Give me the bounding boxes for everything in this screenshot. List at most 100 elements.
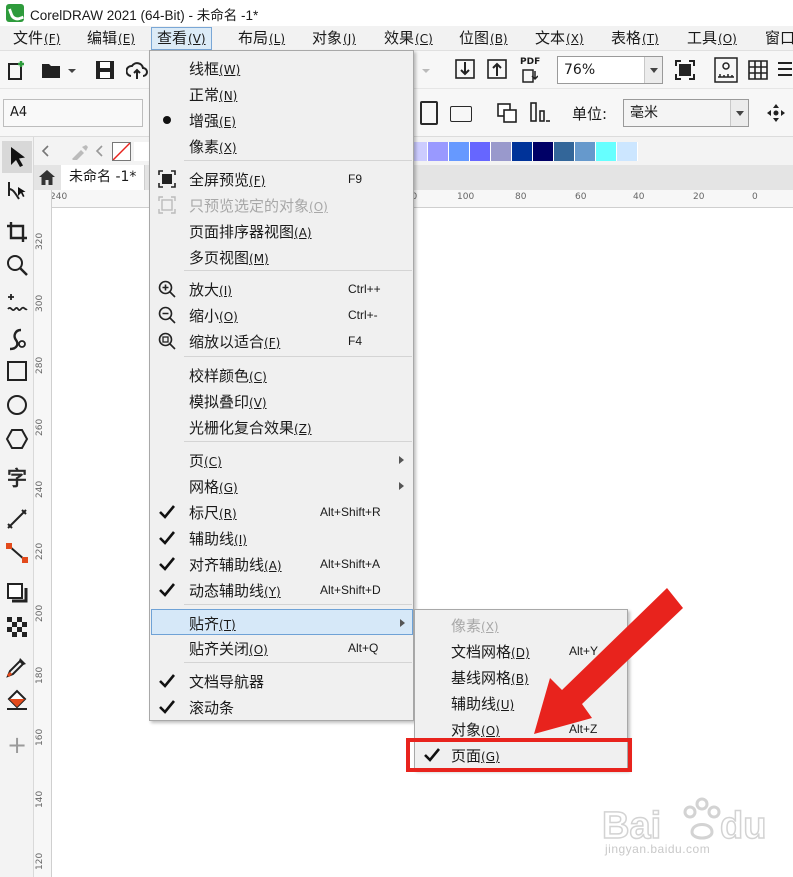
view-menu-item[interactable]: 线框(W) xyxy=(152,55,411,81)
ellipse-tool-icon[interactable] xyxy=(5,393,29,417)
color-swatch[interactable] xyxy=(449,142,470,161)
color-swatch[interactable] xyxy=(596,142,617,161)
connector-tool-icon[interactable] xyxy=(5,541,29,565)
nudge-distance-icon[interactable] xyxy=(765,102,787,124)
view-menu-item[interactable]: 滚动条 xyxy=(152,694,411,720)
transparency-tool-icon[interactable] xyxy=(5,615,29,639)
vertical-ruler[interactable]: 320 300 280 260 240 220 200 180 160 140 120 xyxy=(34,190,52,877)
color-swatch[interactable] xyxy=(533,142,554,161)
view-menu-item[interactable]: 辅助线(I) xyxy=(152,525,411,551)
eyedropper-icon[interactable] xyxy=(70,144,90,160)
cloud-upload-icon[interactable] xyxy=(126,59,148,81)
landscape-orientation-icon[interactable] xyxy=(450,106,472,122)
no-color-swatch[interactable] xyxy=(112,142,131,161)
view-menu-item[interactable]: 贴齐关闭(O) Alt+Q xyxy=(152,635,411,661)
export-icon[interactable] xyxy=(486,58,508,80)
all-pages-icon[interactable] xyxy=(496,102,518,124)
menu-item-3[interactable]: 布局(L) xyxy=(233,27,290,50)
color-swatch[interactable] xyxy=(554,142,575,161)
pick-tool-icon[interactable] xyxy=(5,145,29,169)
menu-item-0[interactable]: 文件(F) xyxy=(8,27,65,50)
menu-item-label: 编辑 xyxy=(87,29,118,47)
view-menu-item[interactable]: 放大(I) Ctrl++ xyxy=(152,276,411,302)
view-menu-item[interactable]: 动态辅助线(Y) Alt+Shift+D xyxy=(152,577,411,603)
toolbar-dropdown-icon[interactable] xyxy=(420,60,432,82)
menu-item-accelerator: (J) xyxy=(343,32,356,46)
view-menu-item[interactable]: 增强(E) xyxy=(152,107,411,133)
color-swatch[interactable] xyxy=(575,142,596,161)
units-select[interactable]: 毫米 xyxy=(623,99,749,127)
save-icon[interactable] xyxy=(94,59,116,81)
menu-item-10[interactable]: 窗口 xyxy=(760,27,793,50)
add-tool-icon[interactable]: + xyxy=(5,733,29,757)
color-swatch[interactable] xyxy=(512,142,533,161)
zoom-tool-icon[interactable] xyxy=(5,253,29,277)
text-tool-icon[interactable]: 字 xyxy=(5,466,29,490)
import-icon[interactable] xyxy=(454,58,476,80)
view-menu-item-label: 正常(N) xyxy=(189,84,237,105)
chevron-down-icon[interactable] xyxy=(644,57,662,83)
crop-tool-icon[interactable] xyxy=(5,220,29,244)
new-document-icon[interactable] xyxy=(6,59,28,81)
view-menu-item[interactable]: 网格(G) xyxy=(152,473,411,499)
menu-label-accelerator: (E) xyxy=(219,115,236,129)
open-dropdown-icon[interactable] xyxy=(66,60,78,82)
view-menu-item[interactable]: 校样颜色(C) xyxy=(152,362,411,388)
view-menu-item[interactable]: 光栅化复合效果(Z) xyxy=(152,414,411,440)
artistic-media-tool-icon[interactable] xyxy=(5,327,29,351)
grid-icon[interactable] xyxy=(747,59,769,81)
view-menu-item[interactable]: 全屏预览(F) F9 xyxy=(152,166,411,192)
guidelines-icon[interactable] xyxy=(776,59,792,81)
view-menu-dropdown: 线框(W) 正常(N) 增强(E) 像素(X) 全屏预览(F) F9 只预览选定的对象(O)… xyxy=(149,50,414,721)
color-swatch[interactable] xyxy=(491,142,512,161)
view-menu-item[interactable]: 文档导航器 xyxy=(152,668,411,694)
menu-label-text: 只预览选定的对象 xyxy=(189,197,310,215)
home-icon[interactable] xyxy=(38,169,56,186)
interactive-fill-tool-icon[interactable] xyxy=(5,689,29,713)
view-menu-item[interactable]: 对齐辅助线(A) Alt+Shift+A xyxy=(152,551,411,577)
document-tab[interactable]: 未命名 -1* xyxy=(61,165,146,190)
color-swatch[interactable] xyxy=(428,142,449,161)
menu-item-8[interactable]: 表格(T) xyxy=(606,27,664,50)
drop-shadow-tool-icon[interactable] xyxy=(5,581,29,605)
view-menu-item[interactable]: 像素(X) xyxy=(152,133,411,159)
color-swatch[interactable] xyxy=(470,142,491,161)
menu-item-9[interactable]: 工具(O) xyxy=(682,27,742,50)
shape-tool-icon[interactable] xyxy=(5,179,29,203)
preview-selected-icon xyxy=(158,196,176,214)
portrait-orientation-icon[interactable] xyxy=(420,101,438,125)
publish-pdf-button[interactable]: PDF xyxy=(519,56,545,84)
no-color-icon xyxy=(113,143,130,160)
menu-item-1[interactable]: 编辑(E) xyxy=(82,27,140,50)
view-menu-item[interactable]: 缩放以适合(F) F4 xyxy=(152,328,411,354)
view-menu-item[interactable]: 页面排序器视图(A) xyxy=(152,218,411,244)
view-menu-item[interactable]: 模拟叠印(V) xyxy=(152,388,411,414)
view-menu-item[interactable]: 多页视图(M) xyxy=(152,244,411,270)
view-menu-item[interactable]: 贴齐(T) xyxy=(151,609,413,635)
view-menu-item[interactable]: 正常(N) xyxy=(152,81,411,107)
full-screen-icon[interactable] xyxy=(674,59,696,81)
menu-item-6[interactable]: 位图(B) xyxy=(454,27,513,50)
current-page-icon[interactable] xyxy=(529,101,551,123)
rulers-icon[interactable] xyxy=(714,57,738,83)
menu-item-4[interactable]: 对象(J) xyxy=(307,27,361,50)
page-size-select[interactable]: A4 xyxy=(3,99,143,127)
menu-item-5[interactable]: 效果(C) xyxy=(379,27,438,50)
zoom-level-combo[interactable]: 76% xyxy=(557,56,663,84)
view-menu-item[interactable]: 页(C) xyxy=(152,447,411,473)
menu-item-7[interactable]: 文本(X) xyxy=(530,27,589,50)
open-folder-icon[interactable] xyxy=(40,59,62,81)
menu-label-accelerator: (C) xyxy=(204,455,222,469)
palette-back-icon[interactable] xyxy=(94,145,104,157)
color-swatch[interactable] xyxy=(617,142,638,161)
menu-item-2[interactable]: 查看(V) xyxy=(151,27,212,50)
chevron-down-icon[interactable] xyxy=(730,100,748,126)
parallel-dimension-tool-icon[interactable] xyxy=(5,507,29,531)
view-menu-item[interactable]: 缩小(O) Ctrl+- xyxy=(152,302,411,328)
color-eyedropper-tool-icon[interactable] xyxy=(5,655,29,679)
rectangle-tool-icon[interactable] xyxy=(5,359,29,383)
polygon-tool-icon[interactable] xyxy=(5,427,29,451)
palette-scroll-left-icon[interactable] xyxy=(40,145,50,157)
freehand-tool-icon[interactable] xyxy=(5,293,29,317)
view-menu-item[interactable]: 标尺(R) Alt+Shift+R xyxy=(152,499,411,525)
